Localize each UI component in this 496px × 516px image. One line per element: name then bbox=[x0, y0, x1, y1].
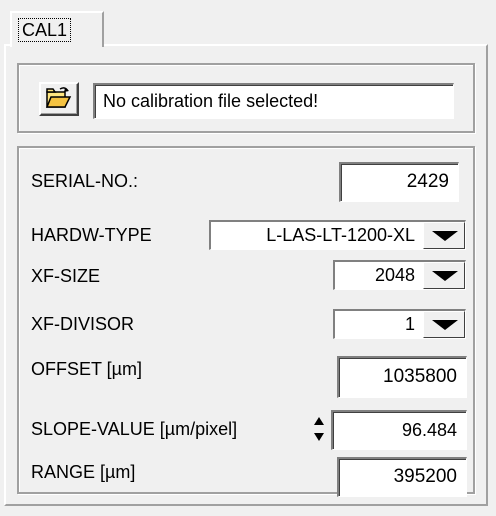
dropdown-arrow-icon bbox=[432, 271, 458, 281]
offset-field[interactable]: 1035800 bbox=[337, 356, 467, 398]
range-label: RANGE [µm] bbox=[31, 462, 136, 482]
slope-value-field[interactable]: 96.484 bbox=[331, 410, 467, 450]
serial-no-field[interactable]: 2429 bbox=[339, 162, 459, 202]
serial-no-label: SERIAL-NO.: bbox=[31, 171, 139, 191]
hardw-type-select[interactable]: L-LAS-LT-1200-XL bbox=[209, 220, 466, 250]
slope-value-label: SLOPE-VALUE [µm/pixel] bbox=[31, 419, 238, 439]
offset-label: OFFSET [µm] bbox=[31, 359, 143, 379]
xf-size-select[interactable]: 2048 bbox=[333, 260, 466, 290]
hardw-type-value: L-LAS-LT-1200-XL bbox=[266, 225, 415, 245]
open-folder-icon bbox=[45, 87, 72, 108]
range-field[interactable]: 395200 bbox=[337, 457, 467, 497]
xf-size-label: XF-SIZE bbox=[31, 266, 101, 286]
hardw-type-dropdown-button[interactable] bbox=[423, 222, 465, 249]
xf-size-value: 2048 bbox=[374, 265, 415, 285]
spinner-arrows-icon[interactable] bbox=[311, 413, 327, 445]
tab-cal1[interactable]: CAL1 bbox=[10, 11, 104, 47]
xf-size-dropdown-button[interactable] bbox=[423, 262, 465, 289]
tab-cal1-label: CAL1 bbox=[17, 18, 72, 42]
xf-divisor-dropdown-button[interactable] bbox=[423, 311, 465, 338]
calibration-file-status: No calibration file selected! bbox=[93, 83, 454, 119]
xf-divisor-label: XF-DIVISOR bbox=[31, 314, 135, 334]
xf-divisor-select[interactable]: 1 bbox=[333, 309, 466, 339]
xf-divisor-value: 1 bbox=[404, 314, 415, 334]
open-file-button[interactable] bbox=[39, 82, 79, 116]
dropdown-arrow-icon bbox=[432, 320, 458, 330]
hardw-type-label: HARDW-TYPE bbox=[31, 225, 152, 245]
dropdown-arrow-icon bbox=[432, 231, 458, 241]
